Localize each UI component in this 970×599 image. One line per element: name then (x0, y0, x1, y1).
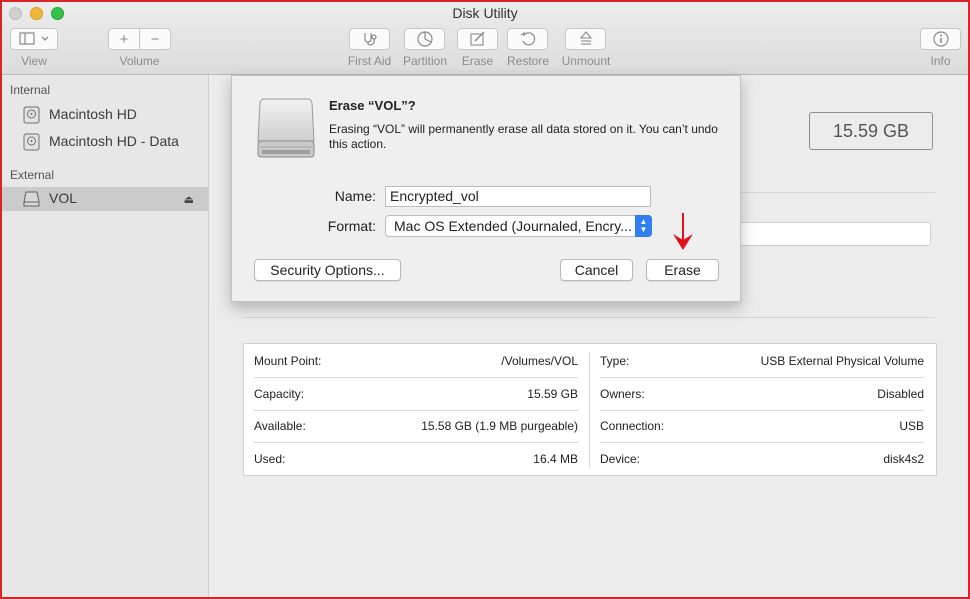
dialog-message: Erasing “VOL” will permanently erase all… (329, 122, 718, 151)
format-select-value: Mac OS Extended (Journaled, Encry... (394, 218, 632, 234)
info-icon (932, 31, 949, 47)
sidebar-item-label: Macintosh HD - Data (49, 133, 179, 149)
info-value: /Volumes/VOL (501, 354, 578, 368)
stethoscope-icon (363, 33, 377, 46)
sidebar-item-label: Macintosh HD (49, 106, 137, 122)
volume-label: Volume (119, 54, 160, 68)
unmount-label: Unmount (561, 54, 611, 68)
sidebar-view-icon (19, 32, 49, 45)
first-aid-button[interactable] (349, 28, 390, 50)
first-aid-label: First Aid (347, 54, 392, 68)
erase-pencil-icon (469, 31, 484, 46)
erase-toolbar-button[interactable] (457, 28, 498, 50)
sidebar-item-vol[interactable]: VOL ⏏ (2, 187, 208, 211)
info-value: 15.59 GB (527, 387, 578, 401)
info-button[interactable] (920, 28, 961, 50)
usage-bar (739, 222, 931, 246)
volume-name-input[interactable]: Encrypted_vol (385, 186, 651, 207)
add-volume-button[interactable]: + (108, 28, 140, 50)
info-key: Connection: (600, 419, 665, 433)
view-label: View (21, 54, 47, 68)
info-value: USB External Physical Volume (760, 354, 924, 368)
info-key: Type: (600, 354, 630, 368)
partition-label: Partition (402, 54, 448, 68)
restore-arrow-icon (520, 32, 535, 46)
pie-chart-icon (416, 31, 433, 47)
info-row: Connection: USB (600, 410, 924, 442)
info-key: Device: (600, 452, 641, 466)
erase-toolbar-label: Erase (461, 54, 494, 68)
window-title: Disk Utility (452, 5, 518, 21)
internal-disk-icon (23, 133, 40, 151)
info-row: Owners: Disabled (600, 378, 924, 410)
sidebar-item-macintosh-hd-data[interactable]: Macintosh HD - Data (2, 130, 208, 154)
erase-dialog: Erase “VOL”? Erasing “VOL” will permanen… (231, 75, 741, 302)
erase-button[interactable]: Erase (646, 259, 719, 281)
info-row: Capacity: 15.59 GB (254, 378, 578, 410)
external-drive-icon (257, 98, 315, 158)
sidebar-header-external: External (10, 168, 55, 182)
volume-info-table: Mount Point: /Volumes/VOL Capacity: 15.5… (243, 343, 937, 476)
disk-utility-window: Disk Utility View + − Volume First Aid P… (0, 0, 970, 599)
security-options-button[interactable]: Security Options... (254, 259, 401, 281)
column-divider (589, 352, 590, 468)
info-key: Owners: (600, 387, 645, 401)
toolbar: Disk Utility View + − Volume First Aid P… (2, 2, 968, 75)
info-row: Device: disk4s2 (600, 443, 924, 475)
info-key: Used: (254, 452, 286, 466)
info-key: Capacity: (254, 387, 305, 401)
capacity-badge: 15.59 GB (809, 112, 933, 150)
internal-disk-icon (23, 106, 40, 124)
sidebar: Internal Macintosh HD Macintosh HD - Dat… (2, 75, 209, 597)
info-row: Mount Point: /Volumes/VOL (254, 345, 578, 377)
external-disk-icon (23, 191, 40, 207)
restore-label: Restore (506, 54, 550, 68)
info-key: Available: (254, 419, 306, 433)
info-key: Mount Point: (254, 354, 322, 368)
info-value: USB (899, 419, 924, 433)
format-select[interactable]: Mac OS Extended (Journaled, Encry... ▲ ▼ (385, 215, 652, 237)
dialog-title: Erase “VOL”? (329, 98, 416, 113)
name-label: Name: (334, 188, 376, 204)
restore-button[interactable] (507, 28, 548, 50)
partition-button[interactable] (404, 28, 445, 50)
remove-volume-button[interactable]: − (139, 28, 171, 50)
format-label: Format: (327, 218, 376, 234)
sidebar-item-macintosh-hd[interactable]: Macintosh HD (2, 103, 208, 127)
divider (243, 317, 935, 318)
minus-icon: − (150, 30, 160, 48)
plus-icon: + (119, 30, 129, 48)
info-value: disk4s2 (883, 452, 924, 466)
info-label: Info (930, 54, 951, 68)
view-button[interactable] (10, 28, 58, 50)
unmount-button[interactable] (565, 28, 606, 50)
unmount-icon (579, 31, 592, 45)
info-value: 16.4 MB (533, 452, 578, 466)
info-value: Disabled (877, 387, 924, 401)
info-value: 15.58 GB (1.9 MB purgeable) (421, 419, 578, 433)
info-row: Available: 15.58 GB (1.9 MB purgeable) (254, 410, 578, 442)
sidebar-item-label: VOL (49, 190, 78, 206)
sidebar-header-internal: Internal (10, 83, 51, 97)
annotation-arrow-icon (673, 213, 693, 250)
updown-chevron-icon: ▲ ▼ (635, 215, 652, 237)
cancel-button[interactable]: Cancel (560, 259, 633, 281)
eject-icon[interactable]: ⏏ (184, 193, 194, 206)
info-row: Type: USB External Physical Volume (600, 345, 924, 377)
info-row: Used: 16.4 MB (254, 443, 578, 475)
